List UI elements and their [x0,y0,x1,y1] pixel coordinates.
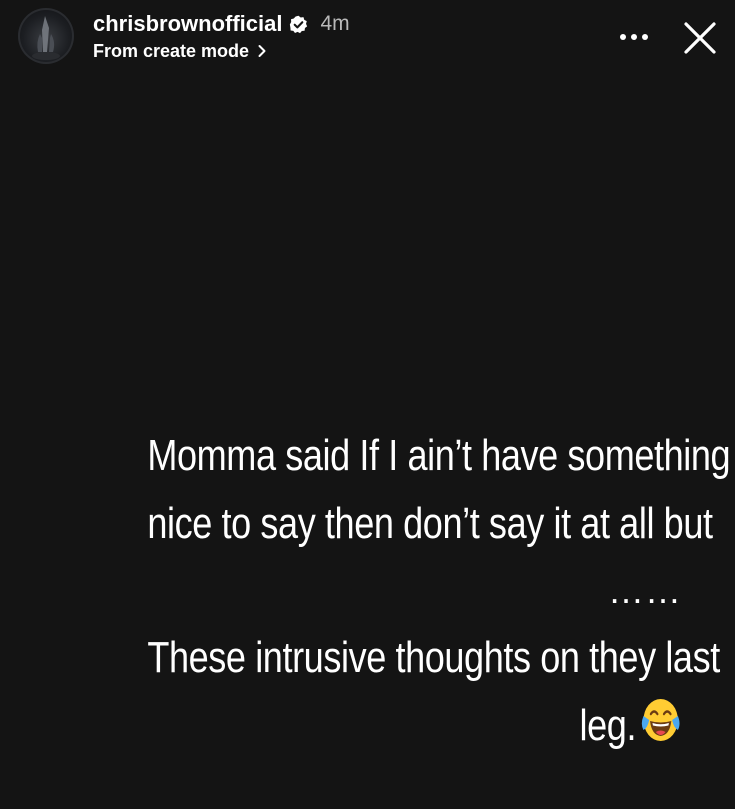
story-text-last-line: leg. [147,692,682,760]
profile-avatar[interactable] [18,8,74,64]
story-text-ellipsis: …… [608,570,682,611]
story-text-line: Momma said If I ain’t have something [147,431,731,480]
story-viewer[interactable]: chrisbrownofficial 4m From create mode M… [0,0,735,809]
close-button[interactable] [680,18,720,58]
face-with-tears-of-joy-icon [639,694,682,746]
story-header: chrisbrownofficial 4m From create mode [0,0,735,80]
verified-badge-icon [289,15,308,34]
more-options-button[interactable] [612,20,658,54]
username[interactable]: chrisbrownofficial [93,11,282,37]
chevron-right-icon [257,44,267,58]
close-icon [684,22,716,54]
story-text-line: These intrusive thoughts on they last [147,633,720,682]
username-row: chrisbrownofficial 4m [93,10,350,38]
avatar-image [32,16,60,60]
story-text: Momma said If I ain’t have something nic… [30,422,731,760]
more-options-icon [620,34,648,40]
create-mode-label: From create mode [93,40,250,61]
story-text-line: nice to say then don’t say it at all but [147,499,713,548]
create-mode-link[interactable]: From create mode [93,39,267,63]
story-text-line: leg. [579,701,637,750]
post-time: 4m [320,12,350,35]
